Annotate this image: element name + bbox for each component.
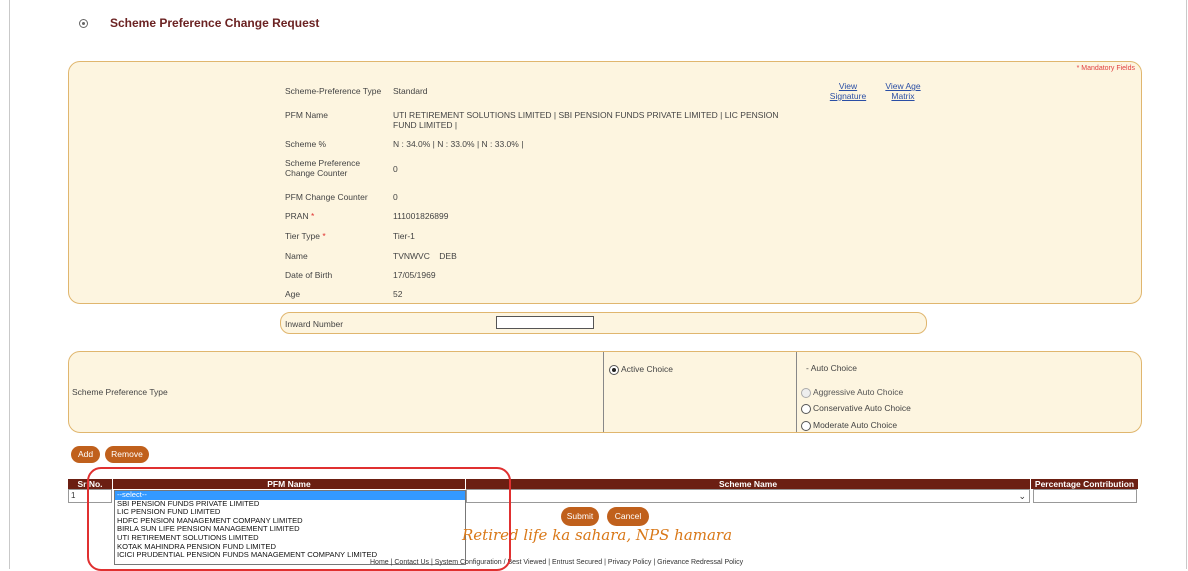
scheme-preference-type-label: Scheme Preference Type (72, 387, 168, 397)
divider (796, 352, 797, 432)
value: Standard (393, 86, 428, 96)
inward-number-input[interactable] (496, 316, 594, 329)
age-row: Age 52 (285, 289, 793, 299)
conservative-auto-option[interactable]: Conservative Auto Choice (801, 403, 911, 414)
radio-icon[interactable] (801, 420, 811, 431)
header-sr-no: Sr No. (68, 479, 113, 489)
view-age-matrix-link[interactable]: View Age Matrix (881, 81, 925, 101)
aggressive-label: Aggressive Auto Choice (813, 387, 904, 397)
name-row: Name TVNWVC DEB (285, 251, 793, 261)
row-sr-no: 1 (68, 489, 112, 503)
footer-links[interactable]: Home | Contact Us | System Configuration… (370, 559, 743, 566)
required-marker: * (322, 231, 326, 241)
value: UTI RETIREMENT SOLUTIONS LIMITED | SBI P… (393, 110, 779, 130)
view-signature-link[interactable]: View Signature (829, 81, 867, 101)
header-scheme-name: Scheme Name (466, 479, 1031, 489)
moderate-auto-option[interactable]: Moderate Auto Choice (801, 420, 897, 431)
radio-disabled-icon (801, 387, 811, 398)
cancel-button[interactable]: Cancel (607, 507, 649, 526)
active-choice-option[interactable]: Active Choice (609, 364, 673, 375)
scheme-choice-panel: Scheme Preference Type Active Choice - A… (68, 351, 1142, 433)
inward-number-label: Inward Number (285, 319, 344, 329)
tier-row: Tier Type * Tier-1 (285, 231, 793, 241)
pfm-name-row: PFM Name UTI RETIREMENT SOLUTIONS LIMITE… (285, 110, 793, 130)
scheme-pct-row: Scheme % N : 34.0% | N : 33.0% | N : 33.… (285, 139, 793, 149)
bullet-icon (79, 18, 88, 28)
nps-tagline: Retired life ka sahara, NPS hamara (462, 526, 733, 544)
add-button[interactable]: Add (71, 446, 100, 463)
value: 111001826899 (393, 211, 449, 221)
dob-row: Date of Birth 17/05/1969 (285, 270, 793, 280)
percentage-input[interactable] (1033, 489, 1137, 503)
mandatory-note: * Mandatory Fields (1076, 65, 1135, 72)
radio-icon[interactable] (801, 403, 811, 414)
label: Scheme-Preference Type (285, 86, 382, 96)
page-title: Scheme Preference Change Request (110, 16, 320, 30)
details-panel: * Mandatory Fields Scheme-Preference Typ… (68, 61, 1142, 304)
value: 52 (393, 289, 403, 299)
spc-counter-row: Scheme Preference Change Counter 0 (285, 158, 793, 178)
active-choice-label: Active Choice (621, 364, 673, 374)
radio-selected-icon[interactable] (609, 364, 619, 375)
header-percentage: Percentage Contribution (1031, 479, 1138, 489)
page-header: Scheme Preference Change Request (79, 16, 319, 30)
pfm-counter-row: PFM Change Counter 0 (285, 192, 793, 202)
label: Scheme % (285, 139, 327, 149)
value: TVNWVC DEB (393, 251, 457, 261)
scheme-name-select[interactable]: ⌄ (466, 489, 1030, 503)
scheme-pref-type-row: Scheme-Preference Type Standard (285, 86, 793, 96)
value: N : 34.0% | N : 33.0% | N : 33.0% | (393, 139, 524, 149)
label: Age (285, 289, 301, 299)
label: PFM Name (285, 110, 328, 120)
label: Scheme Preference Change Counter (285, 158, 361, 178)
moderate-label: Moderate Auto Choice (813, 420, 898, 430)
divider (603, 352, 604, 432)
label: Tier Type (285, 231, 320, 241)
header-pfm-name: PFM Name (113, 479, 466, 489)
inward-number-row: Inward Number (280, 312, 927, 334)
value: 17/05/1969 (393, 270, 436, 280)
label: Name (285, 251, 308, 261)
value: Tier-1 (393, 231, 415, 241)
required-marker: * (311, 211, 315, 221)
auto-choice-label: - Auto Choice (806, 363, 858, 373)
label: Date of Birth (285, 270, 333, 280)
conservative-label: Conservative Auto Choice (813, 403, 911, 413)
value: 0 (393, 164, 398, 174)
pran-row: PRAN * 111001826899 (285, 211, 793, 221)
aggressive-auto-option: Aggressive Auto Choice (801, 387, 903, 398)
value: 0 (393, 192, 398, 202)
remove-button[interactable]: Remove (105, 446, 149, 463)
submit-button[interactable]: Submit (561, 507, 599, 526)
pfm-name-dropdown-list[interactable]: --select-- SBI PENSION FUNDS PRIVATE LIM… (114, 490, 466, 565)
label: PFM Change Counter (285, 192, 368, 202)
chevron-down-icon[interactable]: ⌄ (1018, 490, 1026, 502)
label: PRAN (285, 211, 309, 221)
